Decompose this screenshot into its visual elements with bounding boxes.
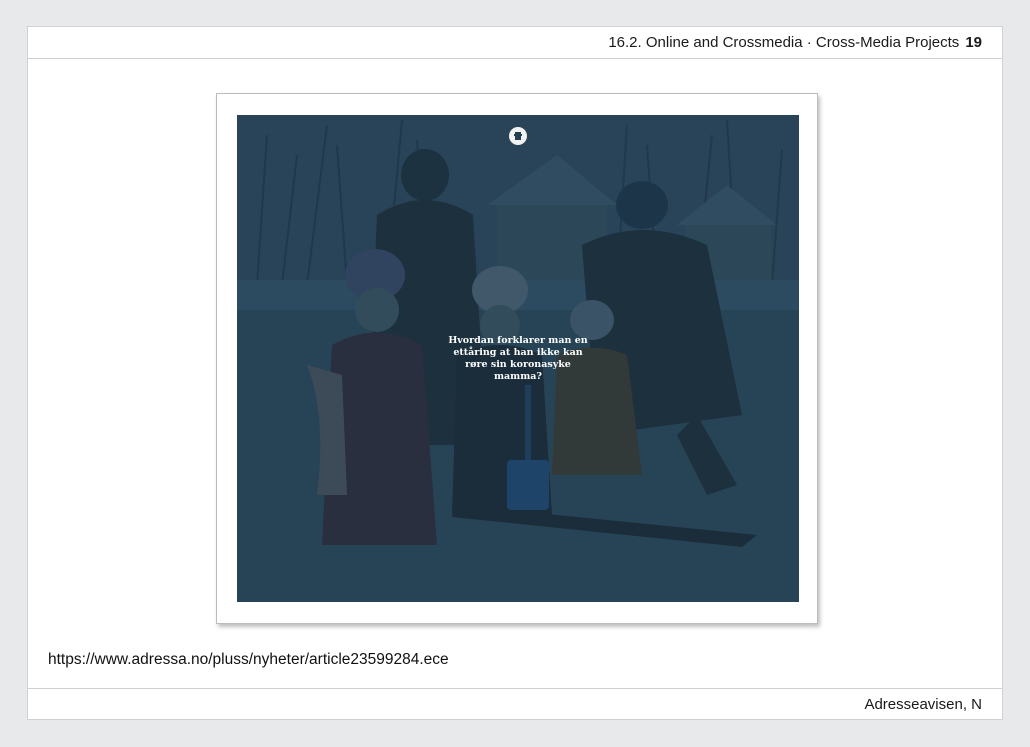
slide-page: 16.2. Online and Crossmedia · Cross-Medi…	[27, 26, 1003, 720]
section-title: 16.2. Online and Crossmedia · Cross-Medi…	[608, 34, 960, 51]
source-label: Adresseavisen, N	[864, 695, 982, 713]
article-headline: Hvordan forklarer man en ettåring at han…	[448, 335, 588, 382]
article-photo: Hvordan forklarer man en ettåring at han…	[237, 115, 799, 602]
figure-frame: Hvordan forklarer man en ettåring at han…	[216, 93, 818, 624]
page-footer: Adresseavisen, N	[28, 688, 1002, 719]
article-url[interactable]: https://www.adressa.no/pluss/nyheter/art…	[48, 651, 449, 669]
adressa-crest-icon	[509, 127, 527, 145]
page-header: 16.2. Online and Crossmedia · Cross-Medi…	[28, 27, 1002, 59]
page-number: 19	[965, 34, 982, 51]
